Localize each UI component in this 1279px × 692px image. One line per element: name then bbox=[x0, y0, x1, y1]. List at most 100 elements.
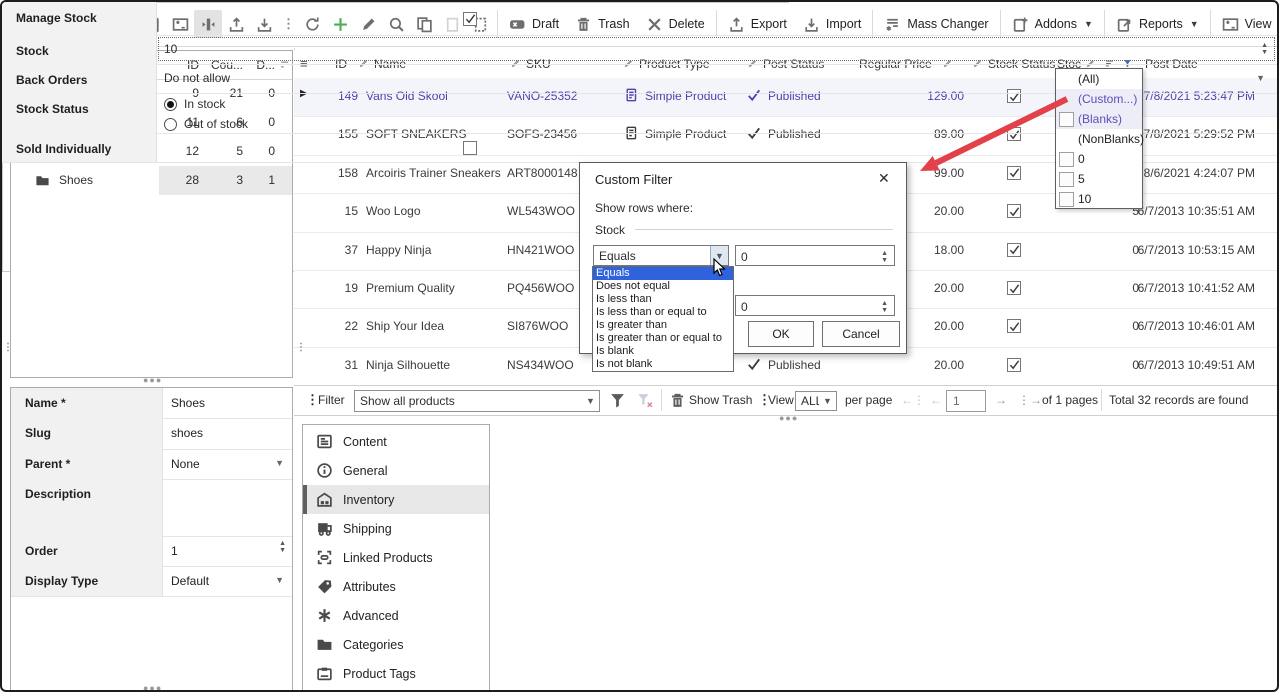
cancel-button[interactable]: Cancel bbox=[822, 321, 900, 347]
clear-filter-icon[interactable] bbox=[636, 392, 653, 412]
cell-post-date: 6/7/2013 10:49:51 AM bbox=[1113, 358, 1255, 372]
stock-status-checkbox[interactable] bbox=[1007, 166, 1021, 180]
tree-row[interactable]: Shoes2831 bbox=[11, 166, 292, 195]
show-trash-button[interactable]: Show Trash bbox=[689, 393, 752, 407]
stock-input[interactable]: 10▲▼ bbox=[158, 37, 1275, 61]
spinner[interactable]: ▲▼ bbox=[881, 250, 888, 264]
radio-button[interactable] bbox=[164, 118, 177, 131]
stock-status-checkbox[interactable] bbox=[1007, 204, 1021, 218]
tab-advanced[interactable]: Advanced bbox=[303, 601, 489, 630]
field-value[interactable]: shoes bbox=[171, 426, 203, 440]
stock-filter-option[interactable]: 0 bbox=[1056, 149, 1142, 169]
divider bbox=[635, 229, 893, 230]
left-splitter-handle[interactable]: ⋮ bbox=[3, 346, 13, 350]
linked-products-icon bbox=[316, 549, 333, 566]
stock-status-checkbox[interactable] bbox=[1007, 358, 1021, 372]
option-checkbox[interactable] bbox=[1059, 152, 1074, 167]
stock-status-radio-option[interactable]: In stock bbox=[164, 97, 225, 111]
operator-option[interactable]: Is greater than or equal to bbox=[593, 332, 733, 345]
chevron-down-icon[interactable]: ▼ bbox=[710, 246, 728, 265]
chevron-down-icon[interactable]: ▼ bbox=[1256, 73, 1265, 83]
option-checkbox[interactable] bbox=[1059, 192, 1074, 207]
stock-status-radio-option[interactable]: Out of stock bbox=[164, 117, 248, 131]
chevron-down-icon[interactable]: ▼ bbox=[819, 396, 836, 406]
ok-button[interactable]: OK bbox=[748, 321, 814, 347]
form-label-cell: Manage Stock bbox=[2, 2, 157, 35]
spinner[interactable]: ▲▼ bbox=[279, 540, 286, 554]
operator-option[interactable]: Is less than or equal to bbox=[593, 306, 733, 319]
view-label: View bbox=[768, 393, 794, 407]
operator-option[interactable]: Is blank bbox=[593, 345, 733, 358]
tree-category-name[interactable]: Shoes bbox=[59, 173, 93, 187]
tab-general[interactable]: General bbox=[303, 456, 489, 485]
operator-option[interactable]: Is less than bbox=[593, 293, 733, 306]
stock-status-checkbox[interactable] bbox=[1007, 281, 1021, 295]
stock-status-checkbox[interactable] bbox=[1007, 319, 1021, 333]
filter-value1-input[interactable]: 0 ▲▼ bbox=[735, 245, 895, 266]
next-page-icon[interactable]: → bbox=[995, 393, 1007, 407]
form-row: Display Type Default ▼ bbox=[11, 566, 292, 597]
sold-individually-checkbox[interactable] bbox=[463, 141, 477, 155]
field-value[interactable]: 1 bbox=[171, 544, 178, 558]
option-checkbox[interactable] bbox=[1059, 112, 1074, 127]
form-label-cell: Stock Status bbox=[2, 93, 157, 133]
tab-categories[interactable]: Categories bbox=[303, 630, 489, 659]
pages-count-label: of 1 pages bbox=[1042, 393, 1098, 407]
grid-form-splitter-handle[interactable]: ●●● bbox=[779, 413, 798, 423]
back-orders-value[interactable]: Do not allow bbox=[164, 71, 230, 85]
stock-filter-option[interactable]: (NonBlanks) bbox=[1056, 129, 1142, 149]
form-label-cell: Description bbox=[11, 479, 163, 536]
filter-value2-input[interactable]: 0 ▲▼ bbox=[735, 295, 895, 316]
tree-form-splitter-handle[interactable]: ●●● bbox=[143, 375, 162, 385]
manage-stock-checkbox[interactable] bbox=[463, 12, 477, 26]
stock-filter-option[interactable]: 10 bbox=[1056, 189, 1142, 209]
stock-filter-option[interactable]: (Custom...) bbox=[1056, 89, 1142, 109]
stock-filter-option[interactable]: 5 bbox=[1056, 169, 1142, 189]
chevron-down-icon[interactable]: ▼ bbox=[275, 575, 284, 585]
first-page-icon[interactable]: ←⋮ bbox=[901, 393, 925, 407]
cell-id: 37 bbox=[312, 243, 358, 257]
product-tags-icon bbox=[316, 665, 333, 682]
apply-filter-icon[interactable] bbox=[609, 392, 626, 412]
operator-option[interactable]: Equals bbox=[593, 267, 733, 280]
operator-option[interactable]: Does not equal bbox=[593, 280, 733, 293]
filter-combo[interactable]: Show all products ▼ bbox=[354, 390, 600, 412]
page-number-input[interactable]: 1 bbox=[946, 390, 986, 412]
per-page-value: ALL bbox=[796, 394, 819, 408]
spinner[interactable]: ▲▼ bbox=[1261, 42, 1268, 56]
chevron-down-icon[interactable]: ▼ bbox=[582, 396, 599, 406]
stock-filter-option[interactable]: (All) bbox=[1056, 69, 1142, 89]
tab-product-tags[interactable]: Product Tags bbox=[303, 659, 489, 688]
tab-shipping[interactable]: Shipping bbox=[303, 514, 489, 543]
tab-attributes[interactable]: Attributes bbox=[303, 572, 489, 601]
tab-inventory[interactable]: Inventory bbox=[303, 485, 489, 514]
cell-sku: SI876WOO bbox=[507, 319, 568, 333]
grid-splitter-handle[interactable]: ⋮ bbox=[296, 346, 306, 350]
operator-option[interactable]: Is not blank bbox=[593, 358, 733, 371]
option-checkbox[interactable] bbox=[1059, 172, 1074, 187]
field-value[interactable]: Shoes bbox=[171, 396, 205, 410]
tab-content[interactable]: Content bbox=[303, 427, 489, 456]
operator-combo[interactable]: Equals ▼ bbox=[593, 245, 729, 266]
cell-id: 22 bbox=[312, 319, 358, 333]
content-icon bbox=[316, 433, 333, 450]
field-value[interactable]: Default bbox=[171, 574, 209, 588]
close-icon[interactable]: ✕ bbox=[878, 170, 890, 187]
field-label: Display Type bbox=[25, 574, 98, 588]
spinner[interactable]: ▲▼ bbox=[881, 300, 888, 314]
field-value[interactable]: None bbox=[171, 457, 200, 471]
operator-option[interactable]: Is greater than bbox=[593, 319, 733, 332]
radio-button[interactable] bbox=[164, 98, 177, 111]
app-window: ⋮⋮DraftTrashDeleteExportImportMass Chang… bbox=[0, 0, 1279, 692]
per-page-combo[interactable]: ALL ▼ bbox=[795, 391, 837, 411]
bottom-splitter-handle[interactable]: ●●● bbox=[143, 683, 162, 692]
option-label: 0 bbox=[1078, 152, 1085, 166]
cell-post-date: 6/7/2013 10:53:15 AM bbox=[1113, 243, 1255, 257]
last-page-icon[interactable]: ⋮→ bbox=[1018, 393, 1042, 407]
prev-page-icon[interactable]: ← bbox=[930, 393, 942, 407]
stock-filter-option[interactable]: (Blanks) bbox=[1056, 109, 1142, 129]
trash-icon[interactable] bbox=[669, 392, 686, 412]
stock-status-checkbox[interactable] bbox=[1007, 243, 1021, 257]
chevron-down-icon[interactable]: ▼ bbox=[275, 458, 284, 468]
tab-linked-products[interactable]: Linked Products bbox=[303, 543, 489, 572]
